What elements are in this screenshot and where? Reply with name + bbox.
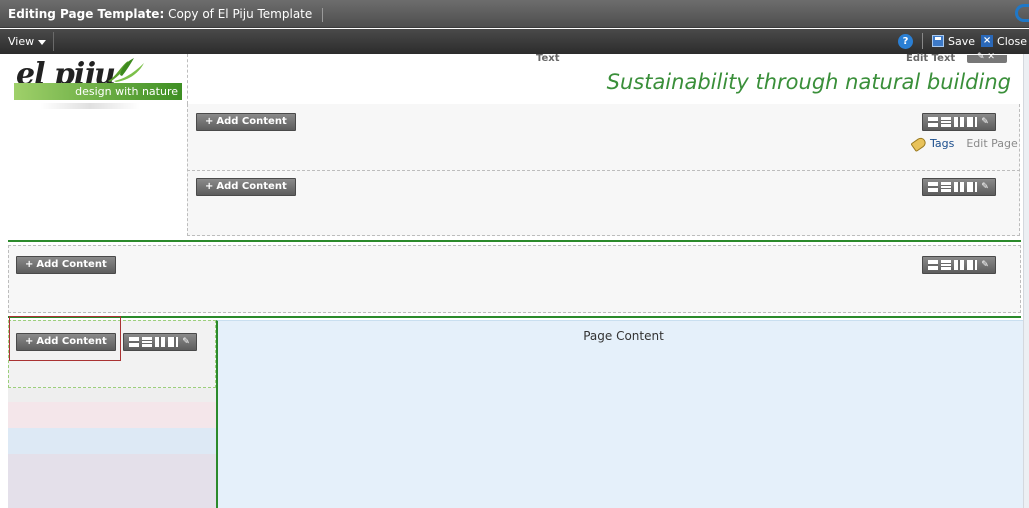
layout-columns-icon[interactable] [954,260,964,270]
layout-stacked-icon[interactable] [941,260,951,270]
layout-split-icon[interactable] [967,260,977,270]
toolbar-divider [53,32,54,51]
view-menu-label: View [8,35,35,48]
tags-link[interactable]: Tags [930,137,954,150]
edit-text-tools[interactable]: ✎ ✕ [967,52,1007,63]
layout-horizontal-icon[interactable] [928,260,938,270]
layout-toolbox[interactable]: ✎ [123,333,197,351]
leaf-icon [108,58,144,82]
tag-icon [910,135,928,152]
wrench-icon[interactable]: ✎ [980,260,990,270]
save-button[interactable]: Save [932,35,975,48]
layout-stacked-icon[interactable] [142,337,152,347]
region-divider [187,170,1020,171]
layout-columns-icon[interactable] [954,117,964,127]
close-label: Close [997,34,1027,48]
title-separator [322,7,324,22]
layout-split-icon[interactable] [967,182,977,192]
layout-stacked-icon[interactable] [941,182,951,192]
section-separator [8,240,1021,242]
site-tagline: Sustainability through natural building [606,70,1011,94]
layout-toolbox[interactable]: ✎ [922,178,996,196]
logo-tagline: design with nature [75,85,178,98]
save-icon [932,35,945,47]
app-logo-icon [1015,4,1029,22]
window-title: Editing Page Template: Copy of El Piju T… [8,7,324,22]
help-icon[interactable]: ? [898,33,914,49]
layout-columns-icon[interactable] [155,337,165,347]
close-icon: × [981,35,994,47]
layout-columns-icon[interactable] [954,182,964,192]
background-stripe [8,402,216,428]
wrench-icon[interactable]: ✎ [980,117,990,127]
add-content-label: Add Content [216,116,287,127]
content-region-middle [8,245,1021,313]
page-content-label: Page Content [583,329,664,343]
editor-toolbar: View ? Save × Close [0,29,1029,54]
layout-split-icon[interactable] [168,337,178,347]
template-name: Copy of El Piju Template [168,7,313,21]
toolbar-divider [922,33,924,49]
region-divider [187,54,188,104]
wrench-icon[interactable]: ✎ [980,182,990,192]
view-menu[interactable]: View [8,35,47,48]
page-tags: Tags Edit Page [910,135,1018,152]
edit-page-link[interactable]: Edit Page [966,137,1017,150]
add-content-label: Add Content [36,259,107,270]
highlight-box [9,316,121,361]
page-content-region[interactable]: Page Content [216,320,1029,508]
section-separator [8,316,1021,318]
add-content-label: Add Content [216,181,287,192]
logo-band: design with nature [14,83,182,100]
layout-horizontal-icon[interactable] [928,117,938,127]
vertical-scrollbar[interactable] [1023,54,1029,508]
background-stripe [8,454,216,508]
text-region-label: Text [536,53,560,64]
background-stripe [8,428,216,454]
edit-text-link[interactable]: Edit Text [906,53,955,64]
wrench-icon[interactable]: ✎ [181,337,191,347]
layout-toolbox[interactable]: ✎ [922,256,996,274]
chevron-down-icon [38,39,47,45]
site-logo: el piju design with nature [10,57,182,115]
add-content-button[interactable]: + Add Content [16,256,116,274]
save-label: Save [948,34,976,48]
background-stripe [8,388,216,402]
wrench-icon: ✎ ✕ [977,52,995,62]
layout-split-icon[interactable] [967,117,977,127]
layout-toolbox[interactable]: ✎ [922,113,996,131]
logo-shadow [40,103,140,109]
layout-horizontal-icon[interactable] [129,337,139,347]
window-titlebar: Editing Page Template: Copy of El Piju T… [0,0,1029,28]
close-button[interactable]: × Close [981,35,1027,48]
add-content-button[interactable]: + Add Content [196,113,296,131]
add-content-button[interactable]: + Add Content [196,178,296,196]
title-prefix: Editing Page Template: [8,7,165,21]
layout-horizontal-icon[interactable] [928,182,938,192]
layout-stacked-icon[interactable] [941,117,951,127]
